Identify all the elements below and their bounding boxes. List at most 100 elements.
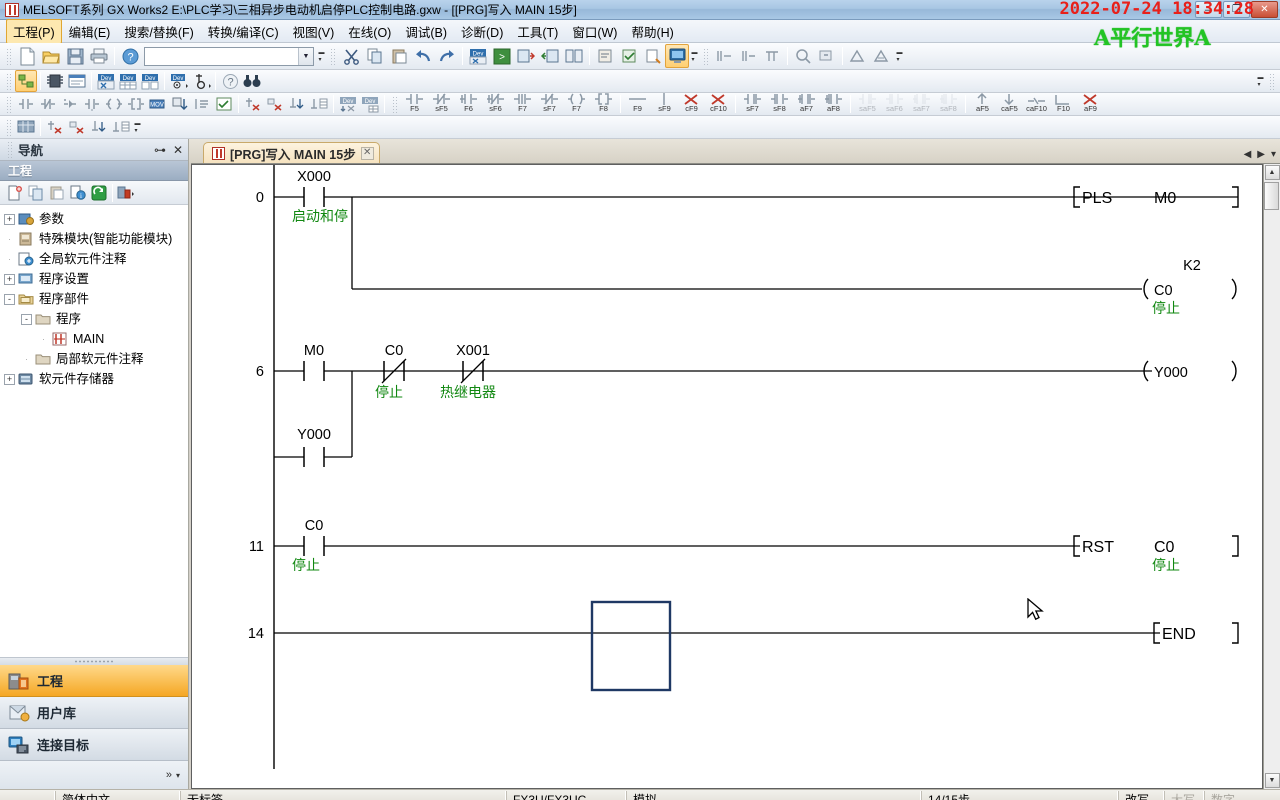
ladder-key-af8[interactable]: aF8 [820,94,847,115]
zoom-out-icon[interactable] [870,44,894,68]
ladder-key-caf10[interactable]: caF10 [1023,94,1050,115]
nav-more-button[interactable]: » ▾ [0,761,188,789]
ladder-diagram[interactable]: 0 X000 启动和停 PLS M0 K2 C0 停止 6 M0 C0 停止 X… [192,165,1262,769]
toolbar-overflow-icon[interactable]: ▬ ▾ [317,46,326,66]
collapse-icon[interactable]: - [21,313,32,325]
tree-item-node-0[interactable]: + 参数 [0,209,188,229]
menu-online[interactable]: 在线(O) [341,19,398,44]
compare-icon[interactable] [191,93,213,115]
program-check-icon[interactable] [641,44,665,68]
refresh-icon[interactable] [88,182,109,203]
toolbar-grip[interactable] [702,46,709,66]
menu-window[interactable]: 窗口(W) [565,19,624,44]
menu-convert-compile[interactable]: 转换/编译(C) [201,19,286,44]
device-grid-icon[interactable]: Dev [359,93,381,115]
nav-more-chevron-down-icon[interactable]: ▾ [176,771,180,780]
scroll-down-icon[interactable]: ▼ [1264,773,1280,788]
device-search-icon[interactable] [190,70,212,92]
redo-arrow-icon[interactable] [435,44,459,68]
toolbar-grip[interactable] [5,94,12,114]
check-list-icon[interactable] [213,93,235,115]
pulse-rising-icon[interactable] [59,93,81,115]
data-property-icon[interactable]: i [67,182,88,203]
tab-menu-icon[interactable]: ▾ [1271,149,1276,160]
project-tree[interactable]: + 参数 · 特殊模块(智能功能模块) · 全局软元件注释 + 程序设置 - 程序部件 - 程序 · MA… [0,205,188,657]
toolbar-overflow-icon[interactable]: ▬ ▾ [895,46,904,66]
ladder-key-sf5[interactable]: sF5 [428,93,455,115]
ladder-key-sf7[interactable]: sF7 [739,94,766,115]
ladder-key-sf7b[interactable]: sF7 [536,93,563,115]
paste-icon[interactable] [46,182,67,203]
paste-icon[interactable] [387,44,411,68]
menu-search-replace[interactable]: 搜索/替换(F) [117,19,200,44]
program-list-icon[interactable] [66,70,88,92]
insert-row-icon[interactable] [286,93,308,115]
cut-scissors-icon[interactable] [339,44,363,68]
tree-item-node-5[interactable]: - 程序 [0,309,188,329]
nav-button-project[interactable]: 工程 [0,665,188,697]
panel-grip[interactable] [6,140,13,159]
copy-icon[interactable] [363,44,387,68]
ladder-key-f9[interactable]: F9 [624,94,651,115]
undo-arrow-icon[interactable] [411,44,435,68]
device-edit-icon[interactable]: > [490,44,514,68]
toolbar-overflow-icon[interactable]: ▬ ▾ [690,46,699,66]
read-plc-icon[interactable] [538,44,562,68]
monitor-stop-icon[interactable] [815,44,839,68]
delete-contact-icon[interactable] [264,93,286,115]
device-batch-icon[interactable]: Dev [139,70,161,92]
device-find-icon[interactable]: Dev [95,70,117,92]
nav-button-user-library[interactable]: 用户库 [0,697,188,729]
coil-set-icon[interactable] [125,93,147,115]
ladder-key-af5[interactable]: aF5 [969,93,996,115]
ladder-key-af7[interactable]: aF7 [793,94,820,115]
save-disk-icon[interactable] [63,44,87,68]
device-watch-icon[interactable]: Dev [168,70,190,92]
tab-scroll-right-icon[interactable]: ▶ [1257,149,1265,160]
contact-nc-icon[interactable] [37,93,59,115]
toolbar-overflow-icon[interactable]: ▬ ▾ [133,117,142,137]
binoculars-find-icon[interactable] [241,70,263,92]
menu-tools[interactable]: 工具(T) [510,19,565,44]
ladder-key-f7[interactable]: F7 [563,93,590,115]
verify-plc-icon[interactable] [562,44,586,68]
collapse-icon[interactable]: - [4,293,15,305]
close-icon[interactable]: ✕ [173,143,183,157]
help-question-icon[interactable]: ? [118,44,142,68]
ladder-key-sf8[interactable]: sF8 [766,94,793,115]
ladder-key-f10[interactable]: F10 [1050,94,1077,115]
delete-contact-icon[interactable] [66,116,88,138]
ladder-monitor-icon[interactable] [712,44,736,68]
ladder-key-f6[interactable]: F6 [455,94,482,115]
contact-no-icon[interactable] [15,93,37,115]
toolbar-grip[interactable] [329,46,336,66]
insert-col-icon[interactable] [308,93,330,115]
toolbar-overflow-icon[interactable]: ▬ ▾ [1256,71,1265,91]
ladder-key-caf5[interactable]: caF5 [996,94,1023,115]
view-filter-icon[interactable] [116,182,137,203]
edit-cursor-box[interactable] [590,600,672,692]
ladder-key-cf9[interactable]: cF9 [678,94,705,115]
tab-scroll-left-icon[interactable]: ◀ [1244,149,1252,160]
device-test-icon[interactable] [760,44,784,68]
toolbar-grip[interactable] [391,94,398,114]
open-folder-icon[interactable] [39,44,63,68]
insert-col-icon[interactable] [110,116,132,138]
panel-resize-handle[interactable] [0,657,188,665]
toolbar-grip[interactable] [5,117,12,137]
menu-edit[interactable]: 编辑(E) [62,19,118,44]
new-data-icon[interactable] [4,182,25,203]
tree-item-main[interactable]: · MAIN [0,329,188,349]
device-list-icon[interactable]: Dev [117,70,139,92]
print-icon[interactable] [87,44,111,68]
menu-view[interactable]: 视图(V) [286,19,342,44]
toolbar-grip[interactable] [1268,71,1275,91]
toolbar-grip[interactable] [5,46,12,66]
tree-item-node-3[interactable]: + 程序设置 [0,269,188,289]
close-button[interactable]: ✕ [1251,1,1278,18]
menu-diagnostics[interactable]: 诊断(D) [454,19,510,44]
device-find-icon[interactable]: Dev [466,44,490,68]
ladder-key-f7[interactable]: F7 [509,94,536,115]
tree-item-node-4[interactable]: - 程序部件 [0,289,188,309]
nav-button-connection-target[interactable]: 连接目标 [0,729,188,761]
